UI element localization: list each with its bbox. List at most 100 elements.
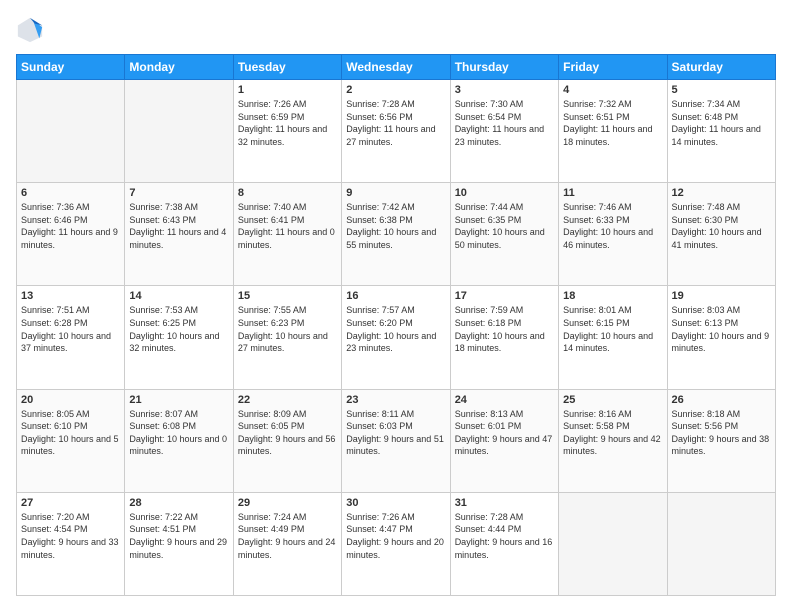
day-number: 11	[563, 187, 662, 199]
page: SundayMondayTuesdayWednesdayThursdayFrid…	[0, 0, 792, 612]
day-info: Sunrise: 7:44 AMSunset: 6:35 PMDaylight:…	[455, 201, 554, 251]
day-info: Sunrise: 7:20 AMSunset: 4:54 PMDaylight:…	[21, 511, 120, 561]
day-info: Sunrise: 8:11 AMSunset: 6:03 PMDaylight:…	[346, 408, 445, 458]
calendar-header-thursday: Thursday	[450, 55, 558, 80]
day-number: 21	[129, 394, 228, 406]
calendar-header-friday: Friday	[559, 55, 667, 80]
calendar-week-2: 13 Sunrise: 7:51 AMSunset: 6:28 PMDayligh…	[17, 286, 776, 389]
calendar-cell: 4 Sunrise: 7:32 AMSunset: 6:51 PMDaylight…	[559, 80, 667, 183]
day-info: Sunrise: 7:28 AMSunset: 6:56 PMDaylight:…	[346, 98, 445, 148]
calendar-cell: 25 Sunrise: 8:16 AMSunset: 5:58 PMDayligh…	[559, 389, 667, 492]
day-info: Sunrise: 7:40 AMSunset: 6:41 PMDaylight:…	[238, 201, 337, 251]
day-number: 6	[21, 187, 120, 199]
calendar-cell: 24Sunrise: 8:13 AMSunset: 6:01 PMDayligh…	[450, 389, 558, 492]
day-number: 18	[563, 290, 662, 302]
day-info: Sunrise: 7:57 AMSunset: 6:20 PMDaylight:…	[346, 304, 445, 354]
calendar-cell: 1 Sunrise: 7:26 AMSunset: 6:59 PMDaylight…	[233, 80, 341, 183]
calendar-cell: 7Sunrise: 7:38 AMSunset: 6:43 PMDaylight…	[125, 183, 233, 286]
calendar-cell: 28Sunrise: 7:22 AMSunset: 4:51 PMDayligh…	[125, 492, 233, 595]
day-number: 14	[129, 290, 228, 302]
logo-icon	[16, 16, 44, 44]
calendar-cell: 17Sunrise: 7:59 AMSunset: 6:18 PMDayligh…	[450, 286, 558, 389]
day-number: 15	[238, 290, 337, 302]
day-number: 9	[346, 187, 445, 199]
calendar-cell: 8 Sunrise: 7:40 AMSunset: 6:41 PMDaylight…	[233, 183, 341, 286]
day-number: 20	[21, 394, 120, 406]
day-info: Sunrise: 7:59 AMSunset: 6:18 PMDaylight:…	[455, 304, 554, 354]
day-info: Sunrise: 7:22 AMSunset: 4:51 PMDaylight:…	[129, 511, 228, 561]
day-info: Sunrise: 7:36 AMSunset: 6:46 PMDaylight:…	[21, 201, 120, 251]
day-number: 29	[238, 497, 337, 509]
day-number: 27	[21, 497, 120, 509]
calendar-week-1: 6 Sunrise: 7:36 AMSunset: 6:46 PMDaylight…	[17, 183, 776, 286]
day-info: Sunrise: 7:26 AMSunset: 6:59 PMDaylight:…	[238, 98, 337, 148]
calendar-cell: 14 Sunrise: 7:53 AMSunset: 6:25 PMDayligh…	[125, 286, 233, 389]
day-info: Sunrise: 7:51 AMSunset: 6:28 PMDaylight:…	[21, 304, 120, 354]
calendar-header-wednesday: Wednesday	[342, 55, 450, 80]
calendar-cell	[17, 80, 125, 183]
day-number: 12	[672, 187, 771, 199]
day-info: Sunrise: 7:28 AMSunset: 4:44 PMDaylight:…	[455, 511, 554, 561]
calendar-cell: 15Sunrise: 7:55 AMSunset: 6:23 PMDayligh…	[233, 286, 341, 389]
day-info: Sunrise: 7:24 AMSunset: 4:49 PMDaylight:…	[238, 511, 337, 561]
day-number: 10	[455, 187, 554, 199]
day-number: 24	[455, 394, 554, 406]
day-info: Sunrise: 7:30 AMSunset: 6:54 PMDaylight:…	[455, 98, 554, 148]
calendar-cell: 18 Sunrise: 8:01 AMSunset: 6:15 PMDayligh…	[559, 286, 667, 389]
calendar-header-monday: Monday	[125, 55, 233, 80]
day-number: 13	[21, 290, 120, 302]
day-info: Sunrise: 8:05 AMSunset: 6:10 PMDaylight:…	[21, 408, 120, 458]
day-info: Sunrise: 8:03 AMSunset: 6:13 PMDaylight:…	[672, 304, 771, 354]
day-number: 25	[563, 394, 662, 406]
calendar-cell	[125, 80, 233, 183]
calendar-cell	[559, 492, 667, 595]
day-info: Sunrise: 8:01 AMSunset: 6:15 PMDaylight:…	[563, 304, 662, 354]
calendar-cell: 21 Sunrise: 8:07 AMSunset: 6:08 PMDayligh…	[125, 389, 233, 492]
day-info: Sunrise: 8:09 AMSunset: 6:05 PMDaylight:…	[238, 408, 337, 458]
day-number: 4	[563, 84, 662, 96]
day-number: 8	[238, 187, 337, 199]
day-number: 2	[346, 84, 445, 96]
calendar-week-4: 27 Sunrise: 7:20 AMSunset: 4:54 PMDayligh…	[17, 492, 776, 595]
calendar-header-sunday: Sunday	[17, 55, 125, 80]
day-number: 31	[455, 497, 554, 509]
day-number: 23	[346, 394, 445, 406]
day-info: Sunrise: 7:42 AMSunset: 6:38 PMDaylight:…	[346, 201, 445, 251]
calendar-header-tuesday: Tuesday	[233, 55, 341, 80]
calendar-cell: 2 Sunrise: 7:28 AMSunset: 6:56 PMDaylight…	[342, 80, 450, 183]
day-info: Sunrise: 7:48 AMSunset: 6:30 PMDaylight:…	[672, 201, 771, 251]
day-number: 1	[238, 84, 337, 96]
day-info: Sunrise: 8:07 AMSunset: 6:08 PMDaylight:…	[129, 408, 228, 458]
calendar-cell: 11 Sunrise: 7:46 AMSunset: 6:33 PMDayligh…	[559, 183, 667, 286]
calendar-week-0: 1 Sunrise: 7:26 AMSunset: 6:59 PMDaylight…	[17, 80, 776, 183]
calendar-cell: 19Sunrise: 8:03 AMSunset: 6:13 PMDayligh…	[667, 286, 775, 389]
day-info: Sunrise: 7:32 AMSunset: 6:51 PMDaylight:…	[563, 98, 662, 148]
day-number: 16	[346, 290, 445, 302]
day-number: 3	[455, 84, 554, 96]
calendar-cell: 31 Sunrise: 7:28 AMSunset: 4:44 PMDayligh…	[450, 492, 558, 595]
day-info: Sunrise: 8:16 AMSunset: 5:58 PMDaylight:…	[563, 408, 662, 458]
calendar-cell: 20 Sunrise: 8:05 AMSunset: 6:10 PMDayligh…	[17, 389, 125, 492]
calendar-cell: 6 Sunrise: 7:36 AMSunset: 6:46 PMDaylight…	[17, 183, 125, 286]
calendar-cell: 10 Sunrise: 7:44 AMSunset: 6:35 PMDayligh…	[450, 183, 558, 286]
day-info: Sunrise: 7:46 AMSunset: 6:33 PMDaylight:…	[563, 201, 662, 251]
day-info: Sunrise: 8:18 AMSunset: 5:56 PMDaylight:…	[672, 408, 771, 458]
calendar-cell: 30Sunrise: 7:26 AMSunset: 4:47 PMDayligh…	[342, 492, 450, 595]
header	[16, 16, 776, 44]
calendar-cell: 5Sunrise: 7:34 AMSunset: 6:48 PMDaylight…	[667, 80, 775, 183]
calendar-cell: 27 Sunrise: 7:20 AMSunset: 4:54 PMDayligh…	[17, 492, 125, 595]
day-info: Sunrise: 7:38 AMSunset: 6:43 PMDaylight:…	[129, 201, 228, 251]
calendar-cell: 16 Sunrise: 7:57 AMSunset: 6:20 PMDayligh…	[342, 286, 450, 389]
calendar-header-row: SundayMondayTuesdayWednesdayThursdayFrid…	[17, 55, 776, 80]
day-number: 22	[238, 394, 337, 406]
calendar-cell: 22 Sunrise: 8:09 AMSunset: 6:05 PMDayligh…	[233, 389, 341, 492]
calendar-cell	[667, 492, 775, 595]
calendar-cell: 26 Sunrise: 8:18 AMSunset: 5:56 PMDayligh…	[667, 389, 775, 492]
calendar-header-saturday: Saturday	[667, 55, 775, 80]
day-number: 26	[672, 394, 771, 406]
calendar-cell: 3 Sunrise: 7:30 AMSunset: 6:54 PMDaylight…	[450, 80, 558, 183]
day-info: Sunrise: 7:34 AMSunset: 6:48 PMDaylight:…	[672, 98, 771, 148]
calendar-cell: 9 Sunrise: 7:42 AMSunset: 6:38 PMDaylight…	[342, 183, 450, 286]
day-info: Sunrise: 7:53 AMSunset: 6:25 PMDaylight:…	[129, 304, 228, 354]
calendar-cell: 12 Sunrise: 7:48 AMSunset: 6:30 PMDayligh…	[667, 183, 775, 286]
